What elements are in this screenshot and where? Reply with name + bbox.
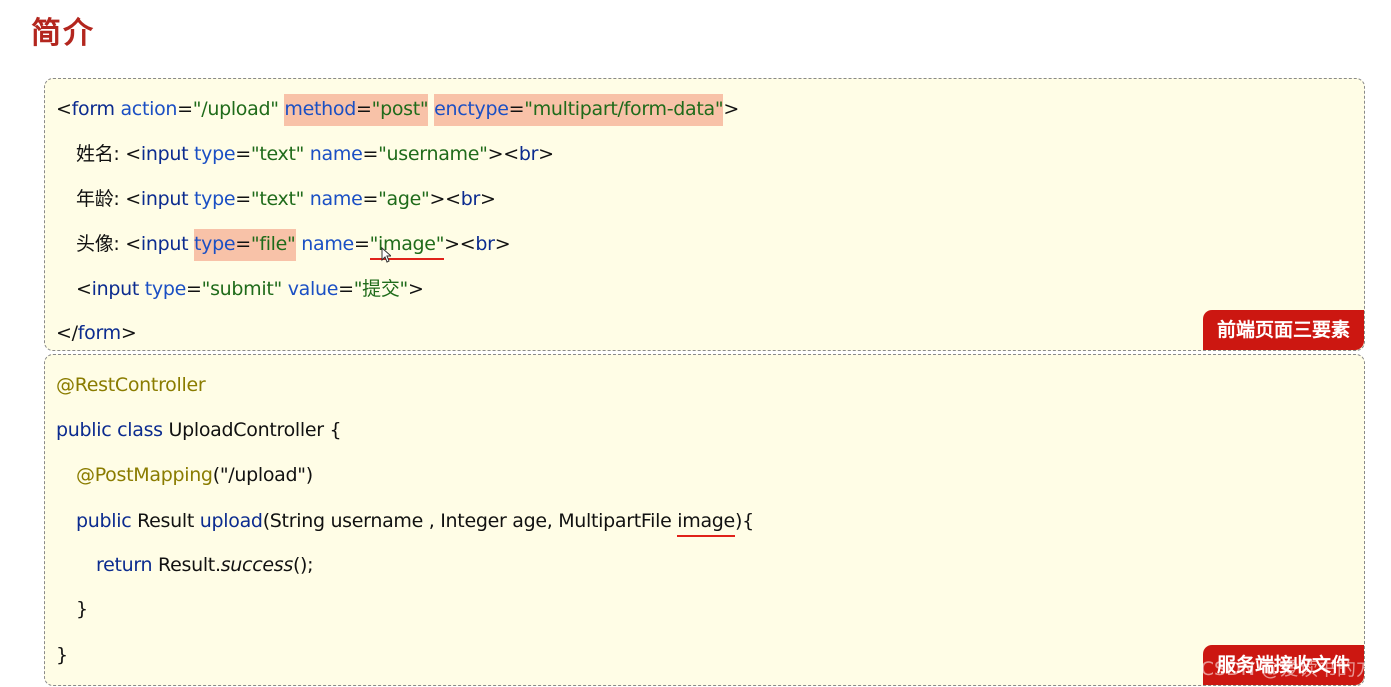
enctype-highlight: enctype="multipart/form-data": [434, 94, 724, 126]
method-highlight: method="post": [284, 94, 429, 126]
code-line: 姓名: <input type="text" name="username"><…: [76, 143, 554, 165]
image-param-underline: image: [677, 510, 735, 537]
code-line: </form>: [56, 322, 137, 344]
code-line: public Result upload(String username , I…: [76, 507, 754, 537]
code-line: 年龄: <input type="text" name="age"><br>: [76, 188, 496, 210]
code-line: <form action="/upload" method="post" enc…: [56, 94, 739, 126]
code-line: public class UploadController {: [56, 419, 342, 441]
frontend-elements-tag: 前端页面三要素: [1202, 310, 1364, 350]
code-line: @PostMapping("/upload"): [76, 464, 313, 486]
page-title: 简介: [31, 16, 95, 51]
code-line: 头像: <input type="file" name="image"><br>: [76, 229, 511, 261]
code-line: @RestController: [56, 374, 206, 396]
code-line: }: [56, 644, 68, 666]
mouse-cursor-icon: [381, 247, 391, 263]
frontend-code-box: <form action="/upload" method="post" enc…: [44, 78, 1365, 351]
type-file-highlight: type="file": [194, 229, 296, 261]
backend-code-box: @RestController public class UploadContr…: [44, 354, 1365, 686]
watermark: CSDN @爱读书的方: [1200, 658, 1375, 680]
code-line: <input type="submit" value="提交">: [76, 278, 424, 300]
code-line: }: [76, 598, 88, 620]
code-line: return Result.success();: [96, 554, 314, 576]
